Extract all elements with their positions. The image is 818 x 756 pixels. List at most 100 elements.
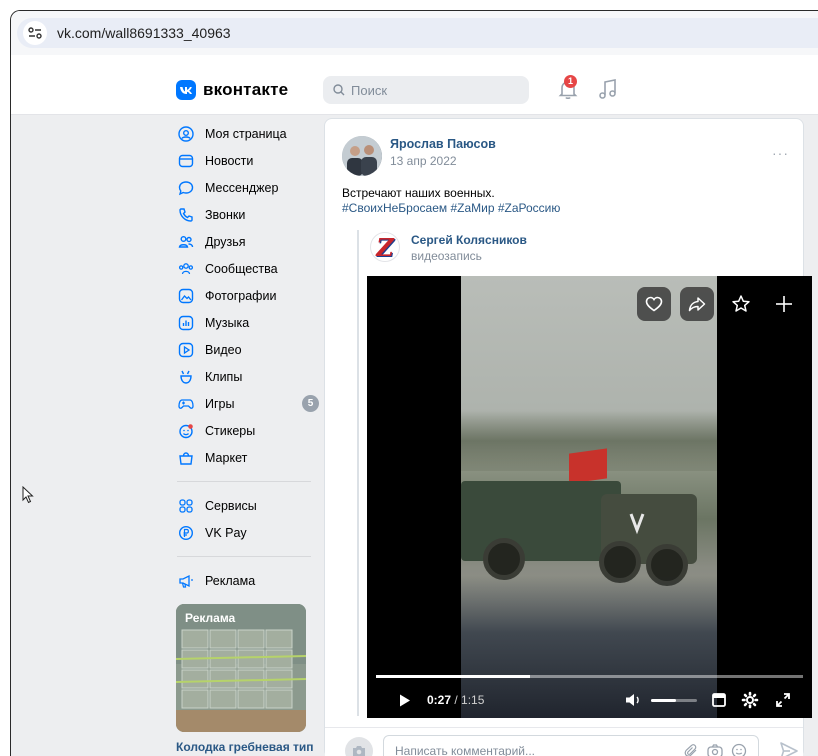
market-icon	[177, 449, 195, 467]
address-bar-area: vk.com/wall8691333_40963	[11, 11, 818, 55]
like-video-button[interactable]	[637, 287, 671, 321]
notification-badge: 1	[564, 75, 577, 88]
sidebar-item-my-page[interactable]: Моя страница	[171, 120, 321, 147]
photos-icon	[177, 287, 195, 305]
video-red-flag	[569, 448, 607, 484]
sidebar-item-stickers[interactable]: Стикеры	[171, 417, 321, 444]
vk-logo-text: вконтакте	[203, 80, 289, 99]
friends-icon	[177, 233, 195, 251]
share-arrow-icon	[688, 297, 706, 312]
repost-indicator-line	[357, 230, 359, 716]
video-progress-fill	[376, 675, 530, 678]
post-date[interactable]: 13 апр 2022	[390, 154, 457, 168]
ad-label: Реклама	[185, 611, 236, 625]
sidebar-item-vk-pay[interactable]: VK Pay	[171, 519, 321, 546]
services-icon	[177, 497, 195, 515]
settings-gear-icon[interactable]	[741, 691, 759, 709]
url-text[interactable]: vk.com/wall8691333_40963	[57, 25, 231, 41]
favorite-star-icon[interactable]	[728, 291, 754, 317]
sidebar-item-market[interactable]: Маркет	[171, 444, 321, 471]
sidebar-item-label: Сервисы	[205, 498, 257, 513]
vk-logo-icon	[176, 80, 196, 100]
repost-subtitle: видеозапись	[411, 249, 482, 263]
profile-icon	[177, 125, 195, 143]
video-total-time: 1:15	[461, 693, 485, 707]
sidebar-item-label: Стикеры	[205, 423, 256, 438]
emoji-smile-icon[interactable]	[730, 742, 748, 756]
sidebar-item-video[interactable]: Видео	[171, 336, 321, 363]
address-bar[interactable]: vk.com/wall8691333_40963	[17, 18, 818, 48]
mini-player-icon[interactable]	[711, 692, 727, 708]
video-current-time: 0:27	[427, 693, 452, 707]
post-more-menu-icon[interactable]: ···	[772, 145, 789, 161]
news-icon	[177, 152, 195, 170]
camera-icon	[353, 746, 365, 756]
vk-logo[interactable]: вконтакте	[176, 80, 288, 100]
sidebar-item-clips[interactable]: Клипы	[171, 363, 321, 390]
commenter-avatar[interactable]	[345, 737, 373, 756]
repost-avatar-letter: Z	[376, 232, 394, 262]
site-settings-icon[interactable]	[23, 21, 47, 45]
vk-header: вконтакте Поиск 1	[11, 55, 818, 115]
sidebar-item-photos[interactable]: Фотографии	[171, 282, 321, 309]
comment-bar: Написать комментарий...	[325, 727, 803, 756]
repost-author-avatar[interactable]: Z	[370, 232, 400, 262]
sidebar-item-ads[interactable]: Реклама	[171, 567, 321, 594]
sidebar-item-label: Новости	[205, 153, 254, 168]
volume-slider[interactable]	[651, 699, 697, 702]
phone-icon	[177, 206, 195, 224]
video-player[interactable]: 0:27 / 1:15	[367, 276, 812, 718]
sidebar-item-games[interactable]: Игры 5	[171, 390, 321, 417]
share-video-button[interactable]	[680, 287, 714, 321]
post-text: Встречают наших военных.	[342, 186, 495, 200]
video-time-separator: /	[451, 693, 462, 707]
messenger-icon	[177, 179, 195, 197]
ad-title[interactable]: Колодка гребневая тип М	[176, 740, 326, 756]
communities-icon	[177, 260, 195, 278]
sidebar-item-services[interactable]: Сервисы	[171, 492, 321, 519]
sidebar-item-music[interactable]: Музыка	[171, 309, 321, 336]
play-icon[interactable]	[399, 694, 411, 707]
stickers-icon	[177, 422, 195, 440]
sidebar-item-label: Мессенджер	[205, 180, 279, 195]
post-author-name[interactable]: Ярослав Паюсов	[390, 137, 496, 151]
sidebar-item-label: Клипы	[205, 369, 243, 384]
sidebar-item-label: Сообщества	[205, 261, 278, 276]
comment-input[interactable]: Написать комментарий...	[383, 735, 759, 756]
attach-photo-icon[interactable]	[706, 742, 724, 756]
sidebar-ad-image[interactable]: Реклама	[176, 604, 306, 732]
volume-icon[interactable]	[625, 692, 643, 708]
mouse-cursor-icon	[22, 486, 34, 504]
search-input[interactable]: Поиск	[323, 76, 529, 104]
browser-window: vk.com/wall8691333_40963 вконтакте Поиск…	[10, 10, 818, 756]
fullscreen-icon[interactable]	[775, 692, 791, 708]
music-player-icon[interactable]	[597, 77, 619, 101]
repost-author-name[interactable]: Сергей Колясников	[411, 233, 527, 247]
video-time: 0:27 / 1:15	[427, 693, 484, 707]
sidebar-item-label: Маркет	[205, 450, 248, 465]
video-progress-bar[interactable]	[376, 675, 803, 678]
clips-icon	[177, 368, 195, 386]
add-video-plus-icon[interactable]	[771, 291, 797, 317]
sidebar-item-label: Моя страница	[205, 126, 287, 141]
sidebar-item-communities[interactable]: Сообщества	[171, 255, 321, 282]
send-comment-icon[interactable]	[779, 741, 799, 756]
sidebar-item-label: Музыка	[205, 315, 250, 330]
ads-icon	[177, 572, 195, 590]
games-count-badge: 5	[302, 395, 319, 412]
post-hashtags[interactable]: #СвоихНеБросаем #ZaМир #ZaРоссию	[342, 201, 560, 215]
attach-paperclip-icon[interactable]	[682, 742, 700, 756]
music-icon	[177, 314, 195, 332]
sidebar-item-news[interactable]: Новости	[171, 147, 321, 174]
author-avatar[interactable]	[342, 136, 382, 176]
sidebar-item-calls[interactable]: Звонки	[171, 201, 321, 228]
sidebar-item-label: Видео	[205, 342, 242, 357]
sidebar-item-label: Звонки	[205, 207, 246, 222]
video-truck-wheel	[483, 538, 525, 580]
sidebar-item-friends[interactable]: Друзья	[171, 228, 321, 255]
sidebar-item-label: Фотографии	[205, 288, 277, 303]
sidebar-divider	[177, 556, 311, 557]
sidebar-item-messenger[interactable]: Мессенджер	[171, 174, 321, 201]
sidebar-item-label: Реклама	[205, 573, 256, 588]
sidebar-item-label: VK Pay	[205, 525, 247, 540]
